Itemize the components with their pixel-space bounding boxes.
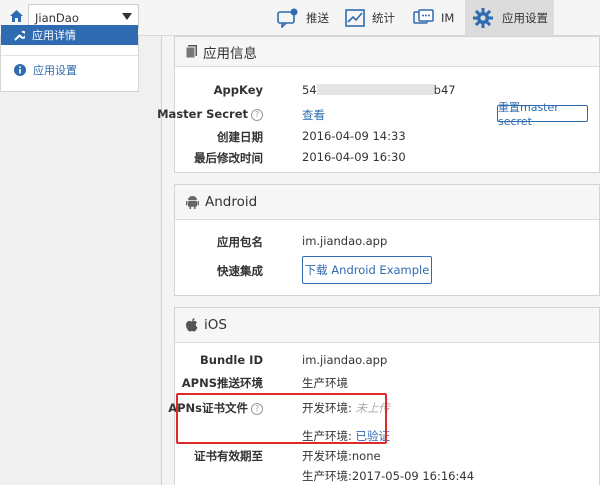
appkey-label: AppKey xyxy=(213,83,263,97)
stats-icon xyxy=(345,9,365,27)
download-android-example-button[interactable]: 下载 Android Example xyxy=(302,256,432,284)
android-icon xyxy=(186,196,199,209)
im-icon xyxy=(413,9,434,24)
gear-icon xyxy=(473,8,493,28)
quick-integration-label: 快速集成 xyxy=(217,264,263,278)
app-info-panel: 应用信息 AppKey 54 b47 Master Secret? 查看 重置ma… xyxy=(157,36,600,173)
nav-stats[interactable]: 统计 xyxy=(345,0,395,36)
nav-push-label: 推送 xyxy=(306,11,329,25)
last-modified-label: 最后修改时间 xyxy=(194,151,263,165)
nav-im-label: IM xyxy=(441,11,455,25)
push-icon xyxy=(277,8,298,28)
reset-master-secret-button[interactable]: 重置master secret xyxy=(497,101,588,128)
cert-expiry-dev: 开发环境:none xyxy=(302,449,381,463)
nav-app-settings[interactable]: 应用设置 xyxy=(465,0,554,36)
nav-im[interactable]: IM xyxy=(413,0,454,36)
sidebar-divider xyxy=(161,36,162,485)
ios-title: iOS xyxy=(204,317,227,333)
sidebar-item-label: 应用详情 xyxy=(32,29,76,42)
apns-env-value: 生产环境 xyxy=(302,376,348,390)
android-panel: Android 应用包名 im.jiandao.app 快速集成 下载 Andr… xyxy=(174,184,600,296)
package-name-label: 应用包名 xyxy=(217,235,263,249)
package-name-value: im.jiandao.app xyxy=(302,234,388,248)
help-icon[interactable]: ? xyxy=(251,109,263,121)
ios-header: iOS xyxy=(175,308,599,343)
cert-expiry-prod: 生产环境:2017-05-09 16:16:44 xyxy=(302,469,475,483)
view-master-secret-link[interactable]: 查看 xyxy=(302,107,325,123)
app-info-header: 应用信息 xyxy=(175,37,599,67)
appkey-redaction xyxy=(316,84,434,95)
nav-stats-label: 统计 xyxy=(372,11,395,25)
cert-expiry-label: 证书有效期至 xyxy=(194,449,263,463)
sidebar-item-app-details[interactable]: 应用详情 xyxy=(1,25,138,45)
android-title: Android xyxy=(205,194,258,210)
created-date-label: 创建日期 xyxy=(217,130,263,144)
nav-push[interactable]: 推送 xyxy=(277,0,329,36)
last-modified-value: 2016-04-09 16:30 xyxy=(302,150,406,164)
sidebar-item-label: 应用设置 xyxy=(33,63,77,77)
apple-icon xyxy=(186,318,198,332)
nav-app-settings-label: 应用设置 xyxy=(502,11,548,25)
sidebar: 应用详情 应用设置 xyxy=(0,25,139,92)
wrench-icon xyxy=(14,30,25,41)
created-date-value: 2016-04-09 14:33 xyxy=(302,129,406,143)
appkey-value: 54 b47 xyxy=(302,83,456,97)
chevron-down-icon xyxy=(122,13,132,20)
document-icon xyxy=(186,45,197,58)
app-info-title: 应用信息 xyxy=(203,45,257,62)
home-button[interactable] xyxy=(5,5,27,27)
android-header: Android xyxy=(175,185,599,220)
bundle-id-value: im.jiandao.app xyxy=(302,353,388,367)
master-secret-label: Master Secret? xyxy=(157,107,263,121)
home-icon xyxy=(9,10,23,22)
bundle-id-label: Bundle ID xyxy=(200,353,263,367)
app-selector-value: JianDao xyxy=(35,11,79,25)
sidebar-item-app-settings[interactable]: 应用设置 xyxy=(1,55,138,83)
apns-env-label: APNS推送环境 xyxy=(181,376,263,390)
annotation-highlight-box xyxy=(176,393,387,444)
info-icon xyxy=(14,63,26,76)
